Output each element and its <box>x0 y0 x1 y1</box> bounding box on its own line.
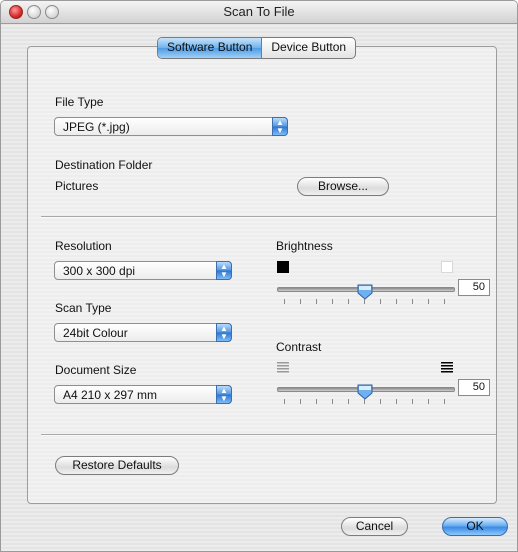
contrast-label: Contrast <box>276 340 322 354</box>
document-size-value: A4 210 x 297 mm <box>63 388 158 402</box>
destination-folder-label: Destination Folder <box>55 158 153 172</box>
contrast-min-icon <box>277 362 289 373</box>
file-type-label: File Type <box>55 95 104 109</box>
window-title: Scan To File <box>223 4 295 19</box>
popup-arrows-icon: ▲ ▼ <box>272 117 288 136</box>
file-type-popup[interactable]: JPEG (*.jpg) ▲ ▼ <box>54 117 288 136</box>
contrast-value-field[interactable]: 50 <box>458 379 490 396</box>
scan-type-label: Scan Type <box>55 301 112 315</box>
ok-button[interactable]: OK <box>442 517 508 536</box>
restore-defaults-button[interactable]: Restore Defaults <box>55 456 179 475</box>
tab-software-button[interactable]: Software Button <box>158 38 262 58</box>
resolution-value: 300 x 300 dpi <box>63 264 136 278</box>
title-bar[interactable]: Scan To File <box>1 1 517 24</box>
tab-device-button[interactable]: Device Button <box>261 38 355 58</box>
destination-folder-value: Pictures <box>55 179 99 193</box>
resolution-popup[interactable]: 300 x 300 dpi ▲ ▼ <box>54 261 232 280</box>
brightness-ticks <box>284 299 448 305</box>
tab-bar: Software Button Device Button <box>157 37 357 59</box>
document-size-label: Document Size <box>55 363 137 377</box>
cancel-button[interactable]: Cancel <box>341 517 408 536</box>
brightness-value-field[interactable]: 50 <box>458 279 490 296</box>
scan-type-value: 24bit Colour <box>63 326 128 340</box>
brightness-slider-thumb[interactable] <box>357 284 373 300</box>
divider-top <box>41 216 496 218</box>
contrast-max-icon <box>441 362 453 373</box>
contrast-ticks <box>284 399 448 405</box>
brightness-label: Brightness <box>276 239 333 253</box>
scan-type-popup[interactable]: 24bit Colour ▲ ▼ <box>54 323 232 342</box>
document-size-popup[interactable]: A4 210 x 297 mm ▲ ▼ <box>54 385 232 404</box>
scan-to-file-window: Scan To File Software Button Device Butt… <box>0 0 518 552</box>
contrast-slider-thumb[interactable] <box>357 384 373 400</box>
browse-button[interactable]: Browse... <box>297 177 389 196</box>
popup-arrows-icon: ▲ ▼ <box>216 261 232 280</box>
resolution-label: Resolution <box>55 239 112 253</box>
brightness-min-icon <box>277 261 289 273</box>
file-type-value: JPEG (*.jpg) <box>63 120 130 134</box>
brightness-max-icon <box>441 261 453 273</box>
popup-arrows-icon: ▲ ▼ <box>216 323 232 342</box>
popup-arrows-icon: ▲ ▼ <box>216 385 232 404</box>
divider-bottom <box>41 434 496 436</box>
